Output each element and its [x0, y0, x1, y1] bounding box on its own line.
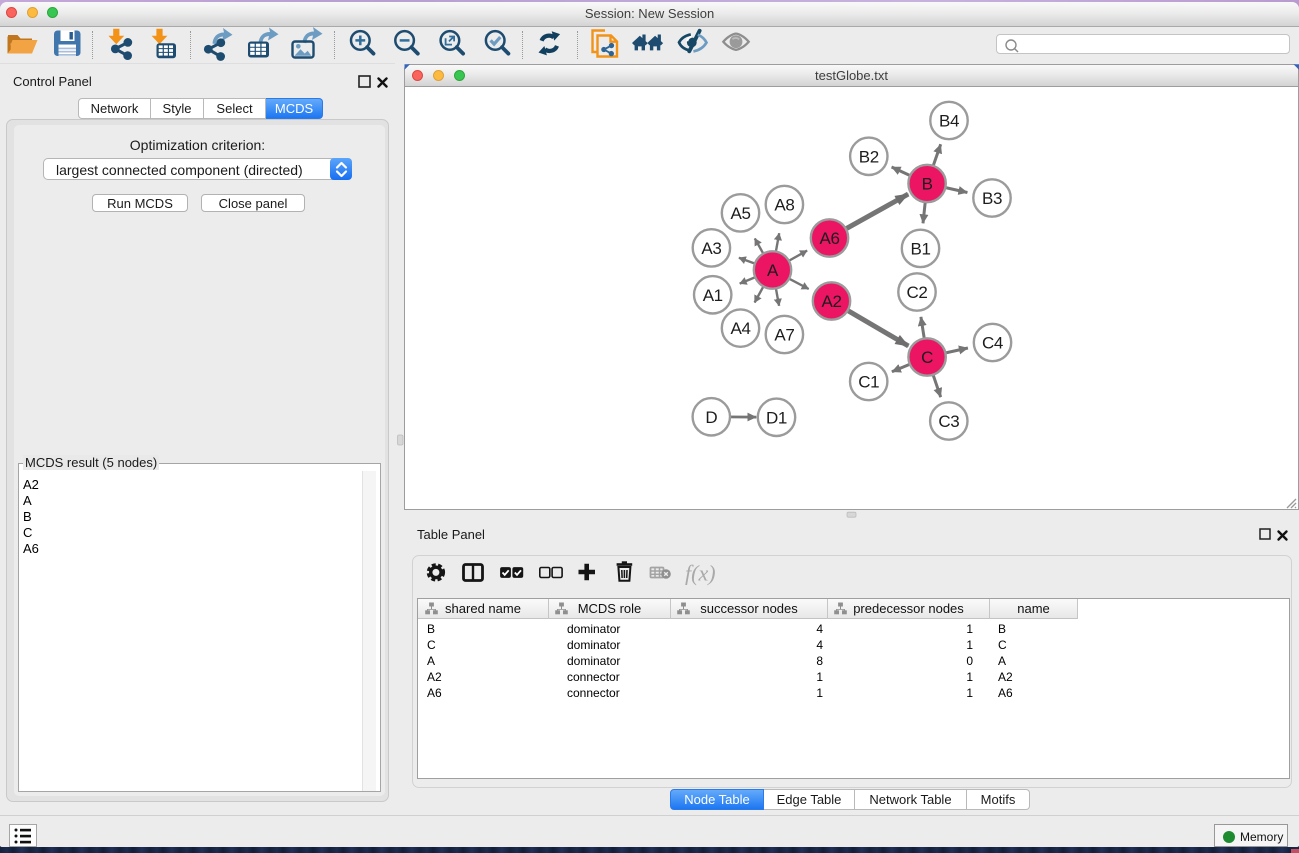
svg-text:A7: A7 [774, 326, 794, 345]
svg-text:B1: B1 [911, 239, 931, 258]
svg-text:D: D [705, 408, 717, 427]
svg-text:A2: A2 [822, 292, 842, 311]
svg-text:A: A [767, 261, 779, 280]
svg-text:A1: A1 [703, 286, 723, 305]
svg-text:A6: A6 [820, 229, 840, 248]
svg-text:A8: A8 [774, 196, 794, 215]
svg-text:B2: B2 [859, 147, 879, 166]
svg-text:A3: A3 [701, 239, 721, 258]
svg-text:B4: B4 [939, 112, 959, 131]
svg-text:B: B [922, 175, 933, 194]
svg-text:B3: B3 [982, 189, 1002, 208]
svg-text:C4: C4 [982, 334, 1003, 353]
svg-text:A5: A5 [731, 204, 751, 223]
svg-text:C2: C2 [907, 283, 928, 302]
svg-text:C1: C1 [858, 373, 879, 392]
svg-text:C3: C3 [938, 412, 959, 431]
svg-text:C: C [921, 348, 933, 367]
svg-text:A4: A4 [731, 319, 751, 338]
svg-text:D1: D1 [766, 408, 787, 427]
